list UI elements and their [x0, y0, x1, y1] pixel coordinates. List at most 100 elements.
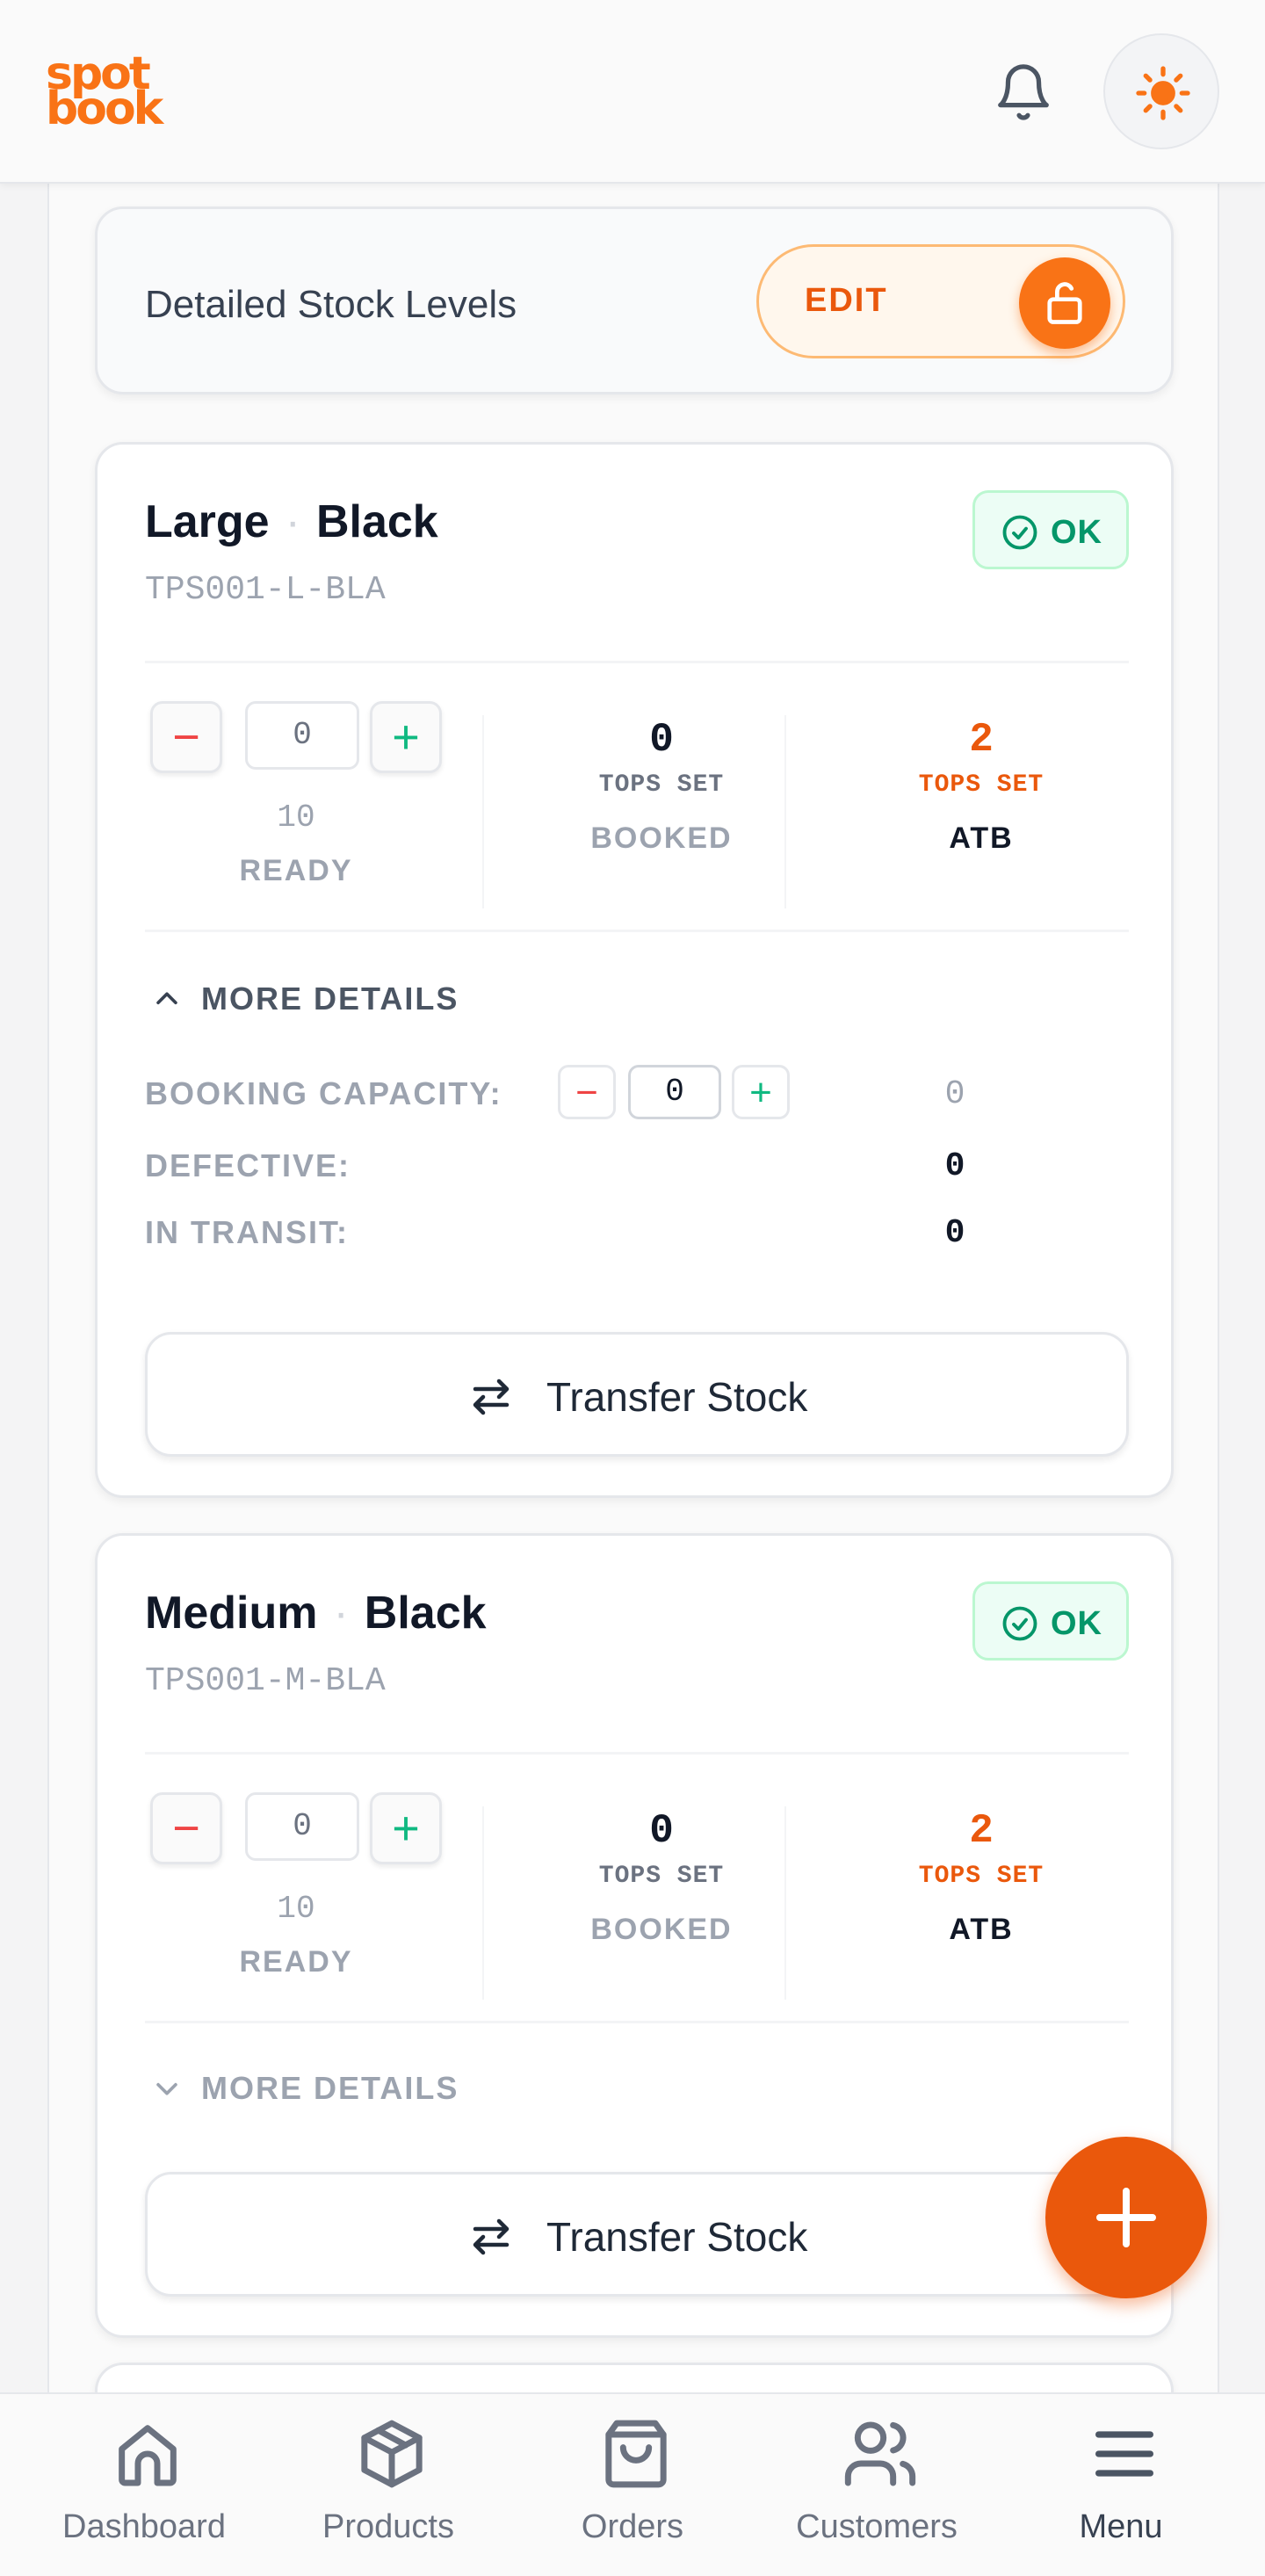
variant-sku: TPS001-L-BLA: [145, 571, 386, 609]
bottom-navigation: Dashboard Products Orders Customers Menu: [0, 2392, 1265, 2576]
booked-unit: TOPS SET: [598, 1863, 725, 1890]
status-text: OK: [1051, 1605, 1102, 1642]
variant-sku: TPS001-M-BLA: [145, 1662, 386, 1700]
column-divider: [482, 715, 484, 908]
transfer-arrows-icon: [473, 2218, 510, 2255]
transfer-stock-label: Transfer Stock: [546, 1374, 808, 1420]
divider: [145, 930, 1129, 932]
plus-icon: [1096, 2188, 1156, 2247]
status-badge: OK: [972, 1581, 1129, 1661]
variant-card-large-black: Large · Black TPS001-L-BLA OK − 0 + 10 REA…: [95, 442, 1174, 1498]
variant-size: Medium: [145, 1588, 318, 1639]
more-details-toggle[interactable]: MORE DETAILS: [145, 2061, 514, 2114]
box-icon: [361, 2420, 423, 2488]
menu-icon: [1095, 2431, 1153, 2477]
booking-capacity-value: 0: [944, 1075, 965, 1113]
more-details-label: MORE DETAILS: [201, 2070, 459, 2106]
booked-stat: 0 TOPS SET BOOKED: [503, 1806, 820, 1947]
variant-title: Large · Black: [145, 496, 438, 548]
divider: [145, 2021, 1129, 2023]
nav-dashboard[interactable]: Dashboard: [18, 2394, 271, 2576]
edit-label: EDIT: [805, 282, 888, 319]
decrease-ready-button[interactable]: −: [150, 701, 222, 773]
more-details-toggle[interactable]: MORE DETAILS: [145, 972, 514, 1024]
atb-label: ATB: [949, 821, 1014, 855]
booked-unit: TOPS SET: [598, 771, 725, 799]
variant-title: Medium · Black: [145, 1587, 487, 1639]
defective-label: DEFECTIVE:: [145, 1147, 351, 1183]
transfer-stock-button[interactable]: Transfer Stock: [145, 2172, 1129, 2297]
atb-value: 2: [969, 1808, 994, 1854]
decrease-ready-button[interactable]: −: [150, 1792, 222, 1864]
check-circle-icon: [1002, 1606, 1037, 1641]
increase-booking-capacity-button[interactable]: +: [732, 1065, 790, 1119]
stock-row: − 0 + 10 READY 0 TOPS SET BOOKED 2 TOPS …: [145, 1792, 1129, 2000]
logo-line-2: book: [46, 83, 163, 135]
status-badge: OK: [972, 490, 1129, 569]
transfer-arrows-icon: [473, 1378, 510, 1415]
nav-menu-label: Menu: [1079, 2508, 1163, 2545]
spotbook-logo[interactable]: spot book: [46, 51, 186, 135]
column-divider: [784, 715, 786, 908]
chevron-up-icon: [156, 992, 177, 1005]
ready-label: READY: [239, 1945, 353, 1979]
product-stock-page: Detailed Stock Levels EDIT Large · Black T…: [47, 184, 1219, 2433]
divider: [145, 1752, 1129, 1755]
sun-icon: [1136, 66, 1190, 120]
variant-size: Large: [145, 496, 270, 547]
divider: [145, 661, 1129, 663]
booked-label: BOOKED: [590, 1913, 733, 1946]
column-divider: [482, 1806, 484, 2000]
status-text: OK: [1051, 514, 1102, 551]
transfer-stock-label: Transfer Stock: [546, 2214, 808, 2260]
unlock-icon: [1019, 257, 1110, 349]
notifications-bell-icon[interactable]: [993, 59, 1054, 126]
add-floating-button[interactable]: [1045, 2137, 1207, 2298]
ready-quantity-input[interactable]: 0: [245, 701, 359, 770]
stock-levels-header-card: Detailed Stock Levels EDIT: [95, 206, 1174, 394]
nav-menu[interactable]: Menu: [994, 2394, 1247, 2576]
increase-ready-button[interactable]: +: [370, 1792, 442, 1864]
variant-color: Black: [315, 496, 438, 547]
nav-products-label: Products: [322, 2508, 454, 2545]
in-transit-label: IN TRANSIT:: [145, 1214, 349, 1250]
home-icon: [119, 2425, 177, 2486]
more-details-label: MORE DETAILS: [201, 980, 459, 1017]
chevron-down-icon: [156, 2082, 177, 2095]
edit-stock-button[interactable]: EDIT: [756, 244, 1125, 358]
column-divider: [784, 1806, 786, 2000]
ready-count: 10: [277, 1891, 315, 1927]
ready-label: READY: [239, 854, 353, 887]
transfer-stock-button[interactable]: Transfer Stock: [145, 1332, 1129, 1457]
stock-row: − 0 + 10 READY 0 TOPS SET BOOKED 2 TOPS …: [145, 701, 1129, 908]
theme-toggle-button[interactable]: [1103, 33, 1219, 149]
booked-value: 0: [649, 1808, 674, 1854]
decrease-booking-capacity-button[interactable]: −: [558, 1065, 616, 1119]
atb-unit: TOPS SET: [918, 1863, 1045, 1890]
atb-stat: 2 TOPS SET ATB: [823, 1806, 1139, 1947]
nav-products[interactable]: Products: [262, 2394, 515, 2576]
ready-count: 10: [277, 800, 315, 836]
nav-customers-label: Customers: [796, 2508, 958, 2545]
app-header: spot book: [0, 0, 1265, 184]
nav-customers[interactable]: Customers: [750, 2394, 1003, 2576]
shopping-bag-icon: [605, 2420, 667, 2488]
nav-orders[interactable]: Orders: [506, 2394, 759, 2576]
stock-levels-title: Detailed Stock Levels: [145, 283, 517, 326]
variant-card-medium-black: Medium · Black TPS001-M-BLA OK − 0 + 10 RE…: [95, 1533, 1174, 2338]
nav-dashboard-label: Dashboard: [62, 2508, 226, 2545]
variant-color: Black: [364, 1588, 487, 1639]
atb-stat: 2 TOPS SET ATB: [823, 715, 1139, 856]
booked-stat: 0 TOPS SET BOOKED: [503, 715, 820, 856]
atb-value: 2: [969, 717, 994, 763]
booked-label: BOOKED: [590, 821, 733, 855]
booking-capacity-input[interactable]: 0: [628, 1065, 721, 1119]
ready-quantity-input[interactable]: 0: [245, 1792, 359, 1861]
increase-ready-button[interactable]: +: [370, 701, 442, 773]
users-icon: [844, 2421, 916, 2486]
nav-orders-label: Orders: [581, 2508, 684, 2545]
check-circle-icon: [1002, 515, 1037, 550]
atb-unit: TOPS SET: [918, 771, 1045, 799]
booked-value: 0: [649, 717, 674, 763]
defective-value: 0: [944, 1147, 965, 1185]
